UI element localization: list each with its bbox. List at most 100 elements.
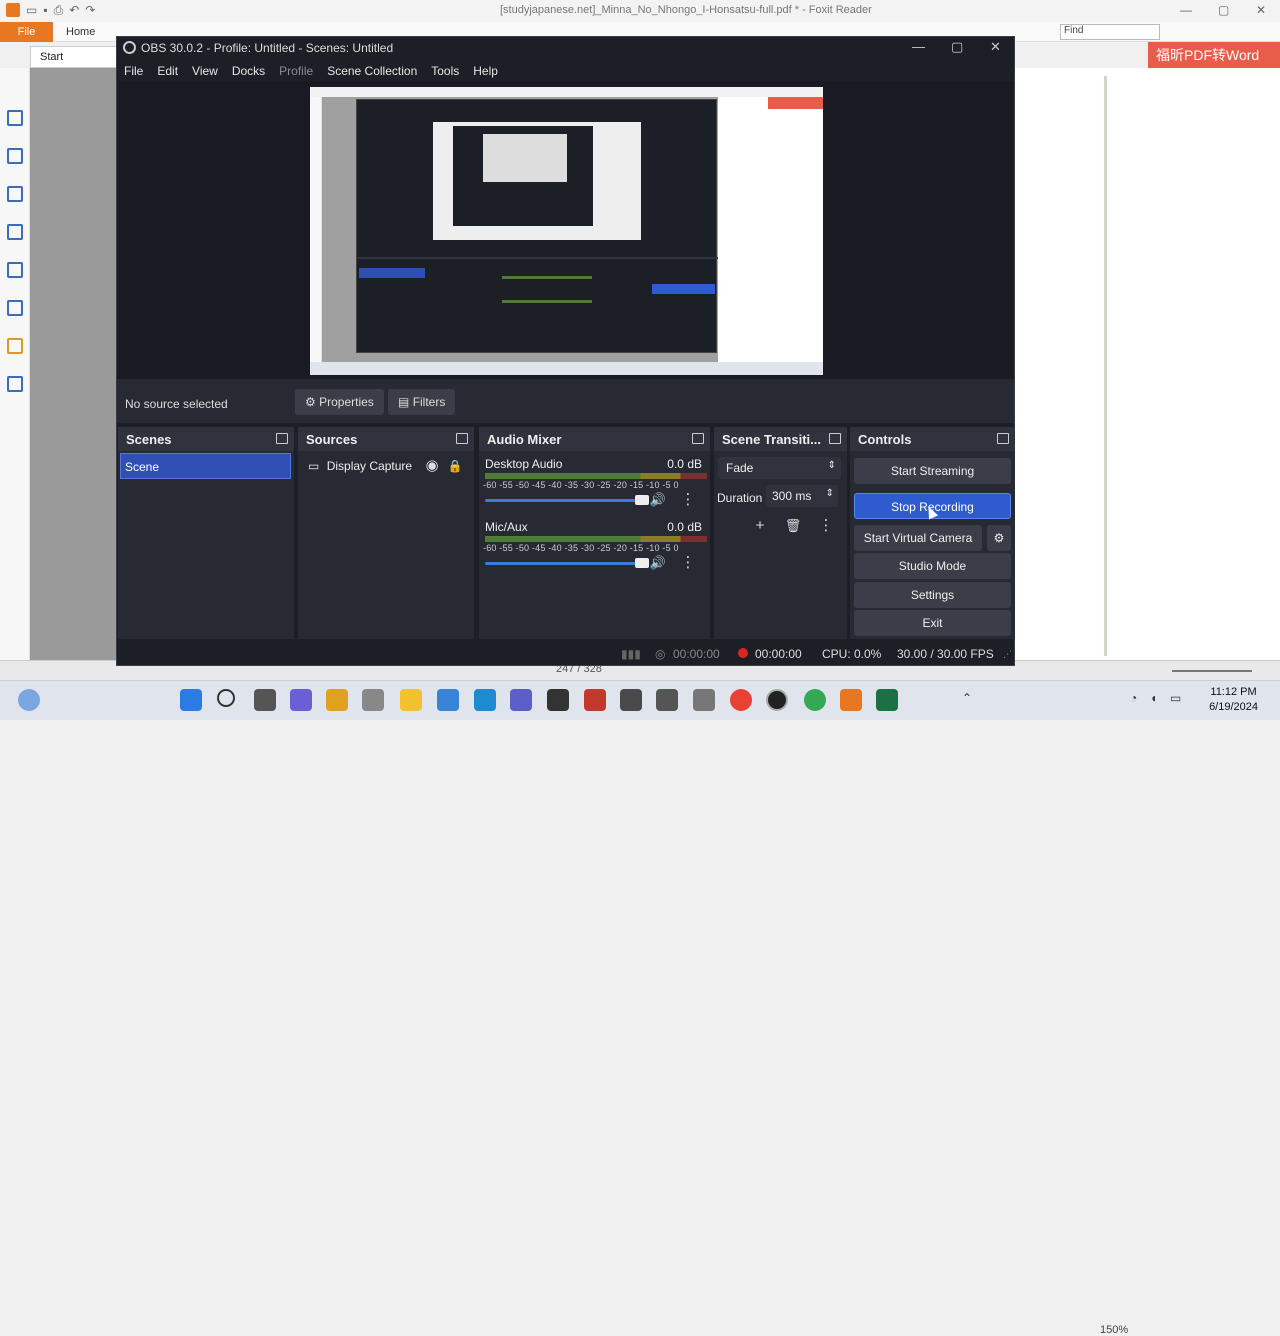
- maximize-icon[interactable]: ▢: [951, 39, 963, 55]
- print-icon[interactable]: ⎙: [54, 3, 64, 18]
- studio-mode-button[interactable]: Studio Mode: [854, 553, 1011, 579]
- menu-edit[interactable]: Edit: [150, 59, 185, 81]
- more-options-icon[interactable]: ⋮: [815, 515, 837, 537]
- bookmark-icon[interactable]: [7, 110, 23, 126]
- volume-icon[interactable]: ◖: [1150, 691, 1157, 705]
- chat-icon[interactable]: [290, 689, 312, 711]
- doc-tab-start[interactable]: Start: [30, 46, 120, 68]
- speaker-icon[interactable]: 🔊: [647, 489, 669, 511]
- undock-icon[interactable]: [692, 433, 704, 444]
- attachment-icon[interactable]: [7, 262, 23, 278]
- search-icon[interactable]: [217, 689, 235, 707]
- explorer-icon[interactable]: [400, 689, 422, 711]
- foxit-icon[interactable]: [840, 689, 862, 711]
- minimize-icon[interactable]: —: [912, 39, 925, 54]
- menu-docks[interactable]: Docks: [225, 59, 272, 81]
- gear-icon: ⚙: [305, 395, 316, 409]
- undock-icon[interactable]: [456, 433, 468, 444]
- duration-spinbox[interactable]: 300 ms ⇕: [766, 485, 838, 507]
- preview-canvas[interactable]: [310, 87, 823, 375]
- weather-icon[interactable]: [18, 689, 40, 711]
- menu-tools[interactable]: Tools: [424, 59, 466, 81]
- save-icon[interactable]: ▪: [43, 3, 47, 18]
- channel-mic-volume-slider[interactable]: [485, 562, 643, 565]
- undock-icon[interactable]: [276, 433, 288, 444]
- audio-mixer-header: Audio Mixer: [479, 427, 710, 451]
- resize-grip-icon[interactable]: ⋰: [1003, 649, 1012, 660]
- start-icon[interactable]: [180, 689, 202, 711]
- undo-icon[interactable]: ↶: [69, 3, 79, 18]
- task-view-icon[interactable]: [254, 689, 276, 711]
- app-icon[interactable]: [584, 689, 606, 711]
- scene-list-item[interactable]: Scene: [120, 453, 291, 479]
- start-virtual-camera-button[interactable]: Start Virtual Camera: [854, 525, 982, 551]
- find-input[interactable]: Find: [1060, 24, 1160, 40]
- properties-button[interactable]: ⚙ Properties: [295, 389, 384, 415]
- menu-profile[interactable]: Profile: [272, 59, 320, 81]
- app-icon[interactable]: [326, 689, 348, 711]
- app-icon[interactable]: [620, 689, 642, 711]
- home-tab[interactable]: Home: [66, 26, 95, 38]
- open-icon[interactable]: ▭: [26, 3, 37, 18]
- scenes-dock-title: Scenes: [126, 432, 172, 447]
- zoom-level[interactable]: 150%: [1100, 1324, 1128, 1336]
- close-icon[interactable]: ✕: [1256, 3, 1266, 17]
- wifi-icon[interactable]: ◔: [1130, 691, 1137, 705]
- filters-button[interactable]: ▤ Filters: [388, 389, 456, 415]
- sources-dock: Sources ▭ Display Capture ◉ 🔒 + 🗑 ⚙ ⌃ ⌄: [298, 427, 474, 658]
- close-icon[interactable]: ✕: [990, 39, 1001, 55]
- excel-icon[interactable]: [876, 689, 898, 711]
- channel-desktop-volume-slider[interactable]: [485, 499, 643, 502]
- app-icon[interactable]: [693, 689, 715, 711]
- promo-banner[interactable]: 福昕PDF转Word: [1148, 42, 1280, 68]
- menu-view[interactable]: View: [185, 59, 225, 81]
- file-tab[interactable]: File: [0, 22, 53, 42]
- app-icon[interactable]: [362, 689, 384, 711]
- trash-icon[interactable]: 🗑: [782, 515, 804, 537]
- speaker-icon[interactable]: 🔊: [647, 552, 669, 574]
- menu-file[interactable]: File: [117, 59, 150, 81]
- undock-icon[interactable]: [997, 433, 1009, 444]
- exit-button[interactable]: Exit: [854, 610, 1011, 636]
- start-streaming-button[interactable]: Start Streaming: [854, 458, 1011, 484]
- tray-chevron-icon[interactable]: ⌃: [962, 691, 972, 705]
- teams-icon[interactable]: [510, 689, 532, 711]
- signature-icon[interactable]: [7, 300, 23, 316]
- settings-button[interactable]: Settings: [854, 582, 1011, 608]
- more-options-icon[interactable]: ⋮: [677, 489, 699, 511]
- pages-icon[interactable]: [7, 148, 23, 164]
- lock-icon[interactable]: 🔒: [444, 455, 466, 477]
- chevron-updown-icon: ⇕: [827, 460, 836, 471]
- undock-icon[interactable]: [829, 433, 841, 444]
- nested-obs-capture: [356, 99, 718, 353]
- app-icon[interactable]: [656, 689, 678, 711]
- battery-icon[interactable]: ▭: [1170, 691, 1181, 705]
- vscode-icon[interactable]: [474, 689, 496, 711]
- comments-icon[interactable]: [7, 224, 23, 240]
- layers-icon[interactable]: [7, 186, 23, 202]
- visibility-eye-icon[interactable]: ◉: [421, 455, 443, 477]
- cpu-usage: CPU: 0.0%: [822, 647, 882, 661]
- chrome-icon[interactable]: [804, 689, 826, 711]
- obs-icon[interactable]: [766, 689, 788, 711]
- taskbar-time: 11:12 PM: [1210, 686, 1257, 698]
- zoom-slider[interactable]: [1172, 670, 1252, 672]
- chrome-icon[interactable]: [730, 689, 752, 711]
- tools-icon[interactable]: [7, 376, 23, 392]
- menu-help[interactable]: Help: [466, 59, 505, 81]
- lock-icon[interactable]: [7, 338, 23, 354]
- taskbar-clock[interactable]: 11:12 PM 6/19/2024: [1209, 685, 1258, 715]
- add-icon[interactable]: +: [749, 515, 771, 537]
- scenes-dock-header: Scenes: [118, 427, 294, 451]
- more-options-icon[interactable]: ⋮: [677, 552, 699, 574]
- virtual-camera-gear-icon[interactable]: ⚙: [987, 525, 1011, 551]
- menu-scene-collection[interactable]: Scene Collection: [320, 59, 424, 81]
- maximize-icon[interactable]: ▢: [1218, 3, 1229, 17]
- app-icon[interactable]: [547, 689, 569, 711]
- stream-time: 00:00:00: [673, 647, 720, 661]
- redo-icon[interactable]: ↷: [85, 3, 95, 18]
- minimize-icon[interactable]: —: [1180, 3, 1192, 17]
- source-list-item[interactable]: ▭ Display Capture: [308, 459, 412, 473]
- transition-select[interactable]: Fade ⇕: [718, 457, 841, 479]
- store-icon[interactable]: [437, 689, 459, 711]
